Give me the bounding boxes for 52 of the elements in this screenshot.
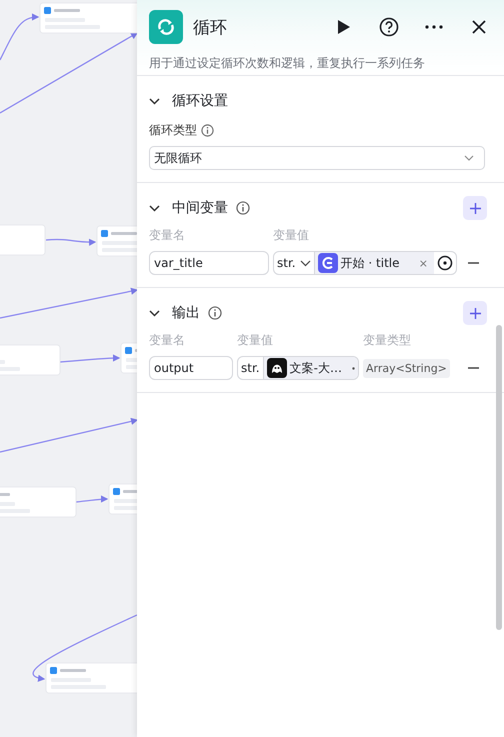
clear-button[interactable]: × [418,256,428,270]
workflow-node[interactable] [0,344,60,376]
workflow-node[interactable] [120,342,137,374]
workflow-node[interactable] [46,662,137,694]
panel-description: 用于通过设定循环次数和逻辑，重复执行一系列任务 [149,55,426,72]
section-title: 输出 [172,304,200,322]
workflow-node[interactable] [96,226,137,256]
panel-title: 循环 [193,16,227,38]
column-header: 变量值 [237,332,274,349]
plus-icon [470,202,480,214]
minus-icon [468,262,478,264]
add-button[interactable] [463,301,487,325]
column-header: 变量名 [149,332,186,349]
section-title: 循环设置 [172,92,228,110]
workflow-node[interactable] [0,486,76,518]
reference-label: 开始 · title [340,254,401,272]
connector-line [60,354,120,363]
more-icon [425,25,443,29]
chevron-down-icon [149,98,160,104]
type-tag: Array<String> [363,358,450,378]
add-button[interactable] [463,196,487,220]
field-label: 循环类型 [149,122,197,139]
chevron-down-icon [149,204,160,212]
workflow-node[interactable] [40,2,137,34]
value-field[interactable]: str. 开始 · title × [273,251,457,275]
column-header: 变量名 [149,227,186,244]
workflow-node[interactable] [108,484,137,514]
scrollbar[interactable] [496,325,502,630]
chevron-down-icon [464,155,474,161]
column-header: 变量值 [273,227,310,244]
name-input[interactable]: output [149,356,233,380]
loop-type-select[interactable]: 无限循环 [149,146,485,170]
play-icon [337,19,351,35]
column-header: 变量类型 [363,332,412,349]
section-title: 中间变量 [172,199,228,217]
minus-icon [468,367,478,369]
dot-icon [352,366,355,370]
reference-label: 文案-大… [290,360,343,376]
value-field[interactable]: str. 文案-大… [237,356,359,380]
chevron-down-icon [300,260,311,266]
close-icon [472,20,486,34]
workflow-node[interactable] [0,224,46,256]
target-icon[interactable] [437,255,453,271]
connector-line [76,495,108,503]
chevron-down-icon [149,310,160,316]
name-input[interactable]: var_title [149,251,269,275]
connector-line [46,238,96,246]
start-icon [318,253,338,273]
bot-icon [266,358,287,378]
help-icon [379,17,399,37]
loop-icon [149,10,183,44]
plus-icon [470,308,480,318]
